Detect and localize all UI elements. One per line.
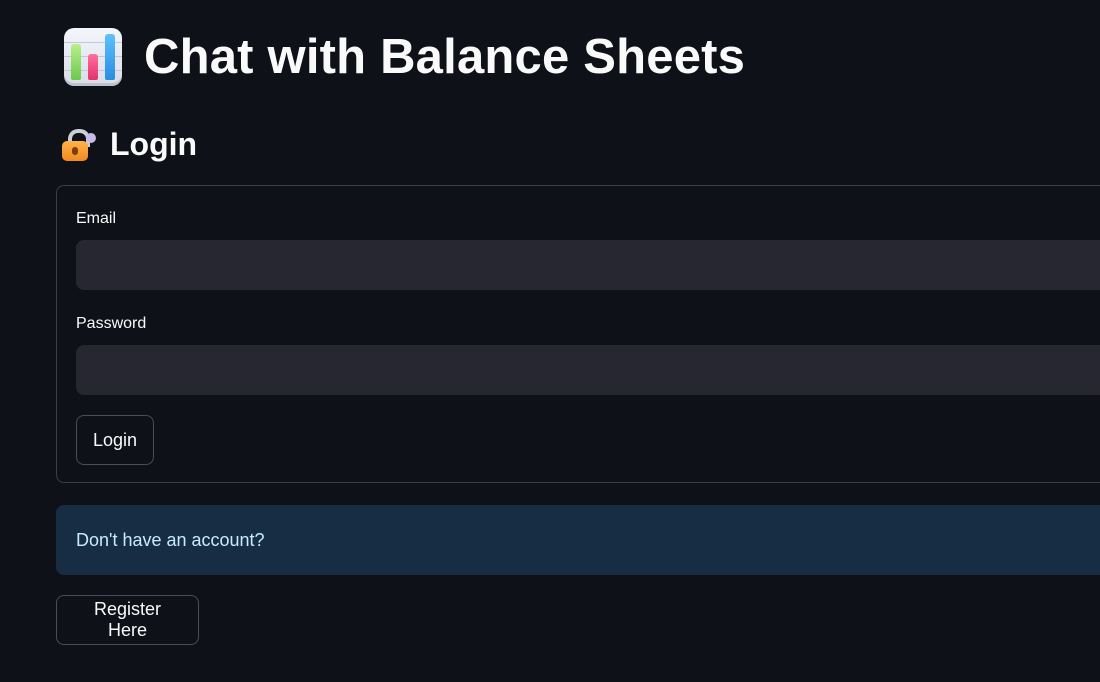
- login-heading-row: Login: [62, 126, 197, 163]
- login-form: Email Password Login: [56, 185, 1100, 483]
- chart-bar-green: [71, 44, 81, 80]
- locked-with-key-icon: [62, 127, 96, 163]
- email-label: Email: [76, 210, 117, 227]
- chart-bar-blue: [105, 34, 115, 80]
- password-label: Password: [76, 315, 147, 332]
- email-field[interactable]: [76, 240, 1100, 290]
- register-button[interactable]: Register Here: [56, 595, 199, 645]
- bar-chart-icon: [64, 28, 122, 86]
- password-field[interactable]: [76, 345, 1100, 395]
- login-button[interactable]: Login: [76, 415, 154, 465]
- login-heading: Login: [110, 126, 198, 162]
- register-info-text: Don't have an account?: [76, 529, 265, 550]
- page: Chat with Balance Sheets Login Email Pas…: [0, 0, 1100, 682]
- title-row: Chat with Balance Sheets: [64, 28, 745, 86]
- register-info-alert: Don't have an account?: [56, 505, 1100, 575]
- chart-bar-pink: [88, 54, 98, 80]
- page-title: Chat with Balance Sheets: [144, 29, 746, 84]
